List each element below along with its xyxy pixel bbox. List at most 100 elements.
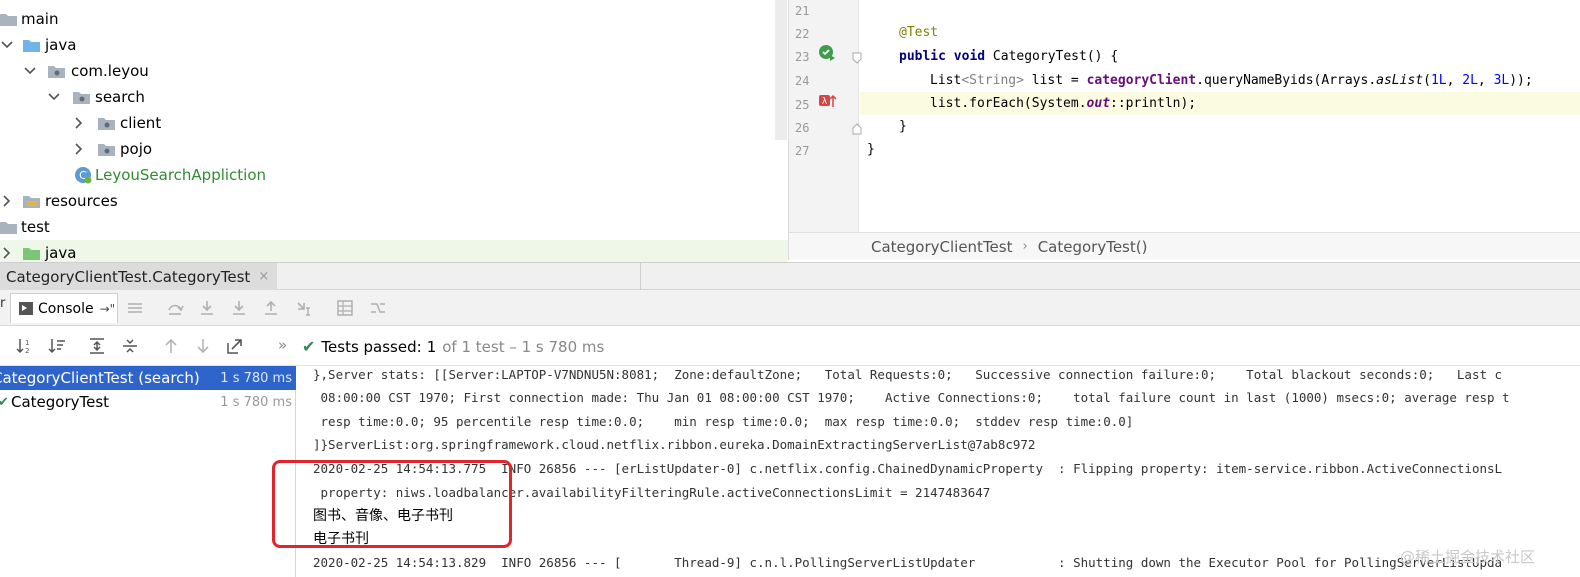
run-tab[interactable]: CategoryClientTest.CategoryTest ×: [0, 263, 277, 290]
spring-class-icon: C: [74, 166, 92, 184]
breadcrumb: CategoryClientTest › CategoryTest(): [788, 232, 1580, 260]
line-number: 21: [795, 4, 810, 18]
resources-folder-icon: [23, 193, 41, 209]
code-editor[interactable]: 21 22 23 24 25 26 27 λ @Test public void…: [788, 0, 1580, 232]
tree-item-label: search: [95, 88, 145, 106]
collapse-all-icon[interactable]: [121, 337, 139, 355]
package-icon: [98, 115, 116, 131]
next-failed-icon[interactable]: [194, 337, 212, 355]
line-number: 22: [795, 27, 810, 41]
source-folder-icon: [23, 37, 41, 53]
test-case-label: CategoryTest: [11, 393, 110, 411]
check-icon: ✔: [0, 394, 9, 410]
tree-item-test-java[interactable]: java: [0, 240, 788, 262]
tree-scrollbar[interactable]: [775, 0, 787, 140]
package-icon: [48, 63, 66, 79]
folder-icon: [0, 11, 18, 27]
line-number: 24: [795, 74, 810, 88]
console-line: },Server stats: [[Server:LAPTOP-V7NDNU5N…: [313, 367, 1503, 382]
expand-all-icon[interactable]: [88, 337, 106, 355]
test-results-tree: CategoryClientTest (search) 1 s 780 ms ✔…: [0, 366, 296, 577]
chevron-down-icon[interactable]: [47, 90, 61, 104]
trace-icon[interactable]: [369, 299, 387, 317]
console-line: 2020-02-25 14:54:13.829 INFO 26856 --- […: [313, 555, 1503, 570]
run-test-icon[interactable]: [818, 44, 836, 62]
divider: [640, 263, 641, 290]
breadcrumb-class[interactable]: CategoryClientTest: [871, 238, 1012, 256]
chevron-right-icon[interactable]: [0, 246, 14, 260]
tree-item-leyou-search-appliction[interactable]: C LeyouSearchAppliction: [0, 162, 788, 188]
chevron-down-icon[interactable]: [23, 64, 37, 78]
run-tab-label: CategoryClientTest.CategoryTest: [6, 267, 251, 286]
more-actions-icon[interactable]: »: [278, 336, 287, 354]
tree-item-com-leyou[interactable]: com.leyou: [0, 58, 788, 84]
step-over-icon[interactable]: [166, 299, 184, 317]
chevron-down-icon[interactable]: [0, 38, 14, 52]
fold-marker-icon[interactable]: [852, 50, 862, 64]
sort-alpha-icon[interactable]: 12: [16, 337, 34, 355]
menu-lines-icon[interactable]: [126, 299, 144, 317]
package-icon: [73, 89, 91, 105]
folder-icon: [0, 219, 18, 235]
pin-icon[interactable]: →": [100, 302, 116, 316]
evaluate-icon[interactable]: [336, 299, 354, 317]
fold-marker-icon[interactable]: [852, 121, 862, 135]
test-source-folder-icon: [23, 245, 41, 261]
test-suite-row[interactable]: CategoryClientTest (search) 1 s 780 ms: [0, 366, 296, 390]
breadcrumb-separator: ›: [1022, 239, 1028, 254]
tree-item-label: java: [45, 36, 77, 54]
sort-duration-icon[interactable]: [48, 337, 66, 355]
tree-item-search[interactable]: search: [0, 84, 788, 110]
tree-item-resources[interactable]: resources: [0, 188, 788, 214]
force-step-into-icon[interactable]: [230, 299, 248, 317]
tree-item-label: resources: [45, 192, 118, 210]
console-tab-label: Console: [38, 300, 94, 317]
project-tree: main java com.leyou search client pojo C…: [0, 0, 788, 262]
tree-item-label: main: [21, 10, 59, 28]
chevron-right-icon[interactable]: [72, 116, 86, 130]
test-time: 1 s 780 ms: [220, 370, 292, 386]
console-line: ]}ServerList:org.springframework.cloud.n…: [313, 437, 1036, 452]
line-number: 26: [795, 121, 810, 135]
check-icon: ✔: [302, 337, 316, 356]
svg-text:λ: λ: [822, 97, 828, 107]
code-line-25: list.forEach(System.out::println);: [930, 96, 1197, 111]
console-toolbar: r Console →": [0, 290, 1580, 326]
truncated-tab-label[interactable]: r: [0, 296, 5, 311]
step-into-icon[interactable]: [198, 299, 216, 317]
tests-status-detail: of 1 test – 1 s 780 ms: [442, 337, 605, 356]
tests-status-count: 1: [426, 337, 437, 356]
test-time: 1 s 780 ms: [220, 394, 292, 410]
test-case-row[interactable]: ✔ CategoryTest 1 s 780 ms: [0, 390, 296, 414]
tree-item-pojo[interactable]: pojo: [0, 136, 788, 162]
package-icon: [98, 141, 116, 157]
breadcrumb-method[interactable]: CategoryTest(): [1038, 238, 1148, 256]
highlight-box: [272, 460, 512, 548]
line-number: 23: [795, 50, 810, 64]
test-suite-label: CategoryClientTest (search): [0, 369, 200, 387]
tests-status-label: Tests passed:: [321, 337, 422, 356]
code-line-22: @Test: [899, 25, 939, 40]
tree-item-client[interactable]: client: [0, 110, 788, 136]
chevron-right-icon[interactable]: [0, 194, 14, 208]
tree-item-main[interactable]: main: [0, 6, 788, 32]
test-toolbar: 12 » ✔ Tests passed: 1 of 1 test – 1 s 7…: [0, 326, 1580, 366]
previous-failed-icon[interactable]: [162, 337, 180, 355]
chevron-right-icon[interactable]: [72, 142, 86, 156]
run-to-cursor-icon[interactable]: [296, 299, 314, 317]
console-icon: [19, 302, 33, 315]
code-line-26: }: [899, 119, 907, 134]
tree-item-label: client: [120, 114, 162, 132]
export-icon[interactable]: [226, 337, 244, 355]
console-line: resp time:0.0; 95 percentile resp time:0…: [313, 414, 1134, 429]
lambda-icon[interactable]: λ: [819, 93, 837, 111]
tree-item-test[interactable]: test: [0, 214, 788, 240]
console-line: 08:00:00 CST 1970; First connection made…: [313, 390, 1510, 405]
tree-item-label: java: [45, 244, 77, 262]
tree-item-label: pojo: [120, 140, 153, 158]
code-line-24: List<String> list = categoryClient.query…: [930, 73, 1533, 88]
step-out-icon[interactable]: [262, 299, 280, 317]
console-tab[interactable]: Console →": [10, 293, 118, 323]
tree-item-java[interactable]: java: [0, 32, 788, 58]
close-icon[interactable]: ×: [258, 269, 269, 284]
